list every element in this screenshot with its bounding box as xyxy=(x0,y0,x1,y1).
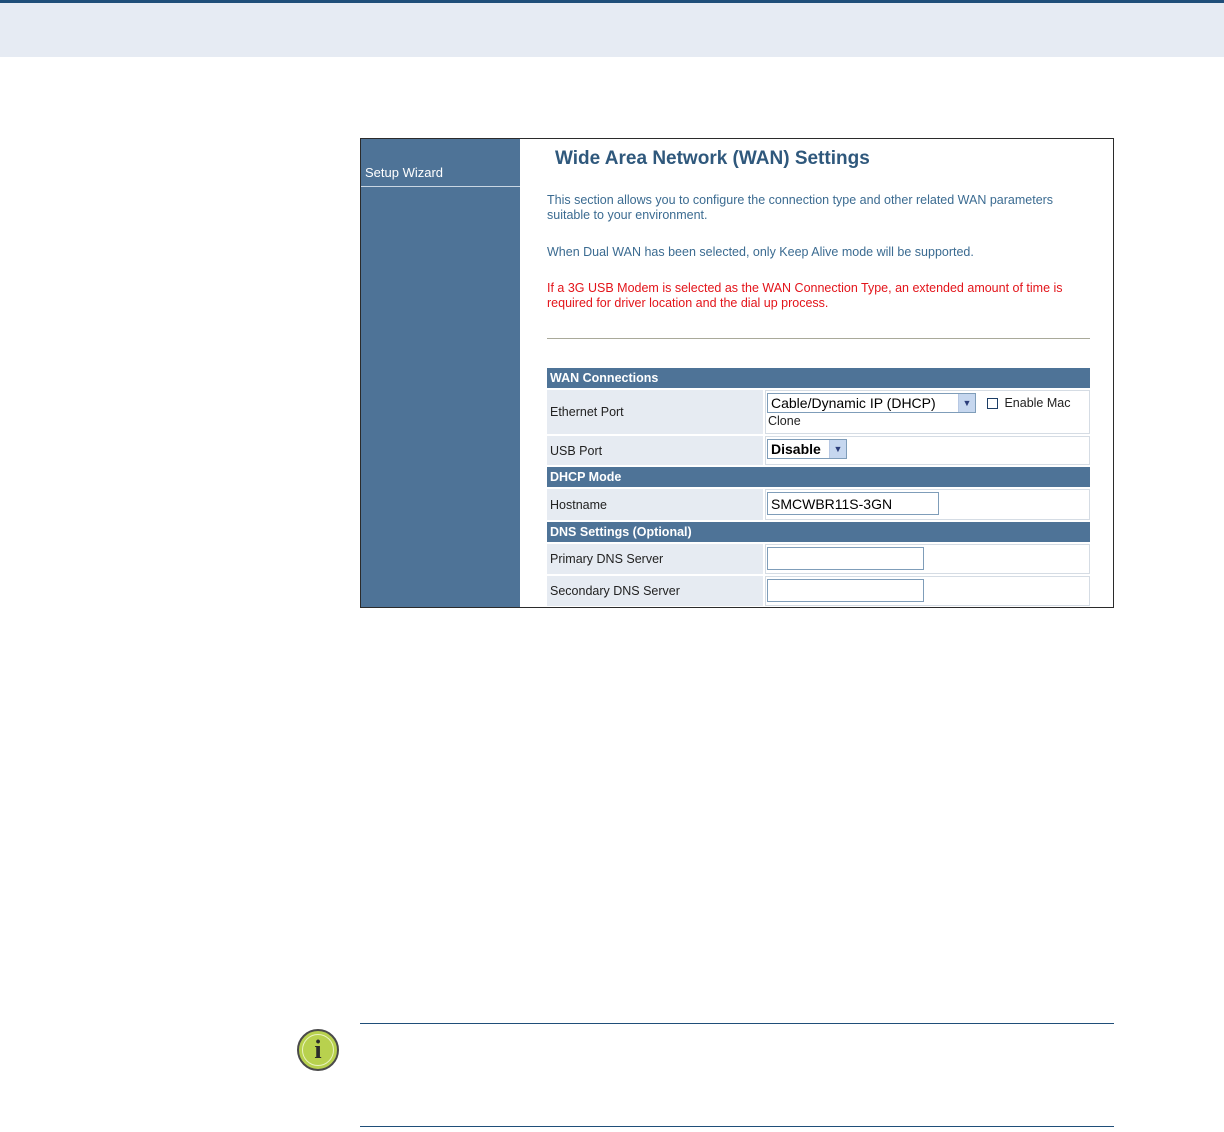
enable-mac-clone-label-wrap: Clone xyxy=(768,414,801,428)
primary-dns-cell xyxy=(765,544,1090,574)
hostname-input[interactable] xyxy=(767,492,939,515)
secondary-dns-input[interactable] xyxy=(767,579,924,602)
wan-connections-header: WAN Connections xyxy=(547,368,1090,388)
usb-port-cell: Disable ▼ xyxy=(765,436,1090,465)
primary-dns-input[interactable] xyxy=(767,547,924,570)
sidebar: Setup Wizard xyxy=(361,139,520,607)
usb-port-row: USB Port Disable ▼ xyxy=(547,436,1090,465)
dual-wan-note: When Dual WAN has been selected, only Ke… xyxy=(547,245,974,259)
ethernet-port-label: Ethernet Port xyxy=(547,390,763,434)
enable-mac-clone-label: Enable Mac xyxy=(1004,396,1071,410)
note-rule-top xyxy=(360,1023,1114,1024)
ethernet-port-row: Ethernet Port Cable/Dynamic IP (DHCP) ▼ … xyxy=(547,390,1090,434)
router-ui-screenshot: Setup Wizard Wide Area Network (WAN) Set… xyxy=(360,138,1114,608)
ethernet-port-select[interactable]: Cable/Dynamic IP (DHCP) ▼ xyxy=(767,393,976,413)
wan-settings-form: WAN Connections Ethernet Port Cable/Dyna… xyxy=(547,368,1090,607)
usb-port-select[interactable]: Disable ▼ xyxy=(767,439,847,459)
note-rule-bottom xyxy=(360,1126,1114,1127)
info-icon: i xyxy=(297,1029,339,1071)
hostname-label: Hostname xyxy=(547,489,763,520)
secondary-dns-cell xyxy=(765,576,1090,606)
hostname-row: Hostname xyxy=(547,489,1090,520)
header-band xyxy=(0,3,1224,57)
enable-mac-clone-checkbox[interactable] xyxy=(987,397,999,409)
sidebar-item-setup-wizard[interactable]: Setup Wizard xyxy=(361,163,520,187)
hostname-cell xyxy=(765,489,1090,520)
primary-dns-row: Primary DNS Server xyxy=(547,544,1090,574)
dns-settings-header: DNS Settings (Optional) xyxy=(547,522,1090,542)
secondary-dns-label: Secondary DNS Server xyxy=(547,576,763,606)
chevron-down-icon[interactable]: ▼ xyxy=(829,440,846,458)
secondary-dns-row: Secondary DNS Server xyxy=(547,576,1090,606)
page-title: Wide Area Network (WAN) Settings xyxy=(555,148,870,169)
primary-dns-label: Primary DNS Server xyxy=(547,544,763,574)
usb-port-selected-value: Disable xyxy=(771,441,821,457)
enable-mac-clone-control: Enable Mac xyxy=(987,393,1070,413)
usb-port-label: USB Port xyxy=(547,436,763,465)
divider xyxy=(547,338,1090,339)
usb-modem-warning: If a 3G USB Modem is selected as the WAN… xyxy=(547,281,1063,310)
chevron-down-icon[interactable]: ▼ xyxy=(958,394,975,412)
ethernet-port-cell: Cable/Dynamic IP (DHCP) ▼ Enable Mac Clo… xyxy=(765,390,1090,434)
dhcp-mode-header: DHCP Mode xyxy=(547,467,1090,487)
ethernet-port-selected-value: Cable/Dynamic IP (DHCP) xyxy=(771,395,936,411)
description-text: This section allows you to configure the… xyxy=(547,193,1054,222)
main-content: Wide Area Network (WAN) Settings This se… xyxy=(520,139,1113,607)
